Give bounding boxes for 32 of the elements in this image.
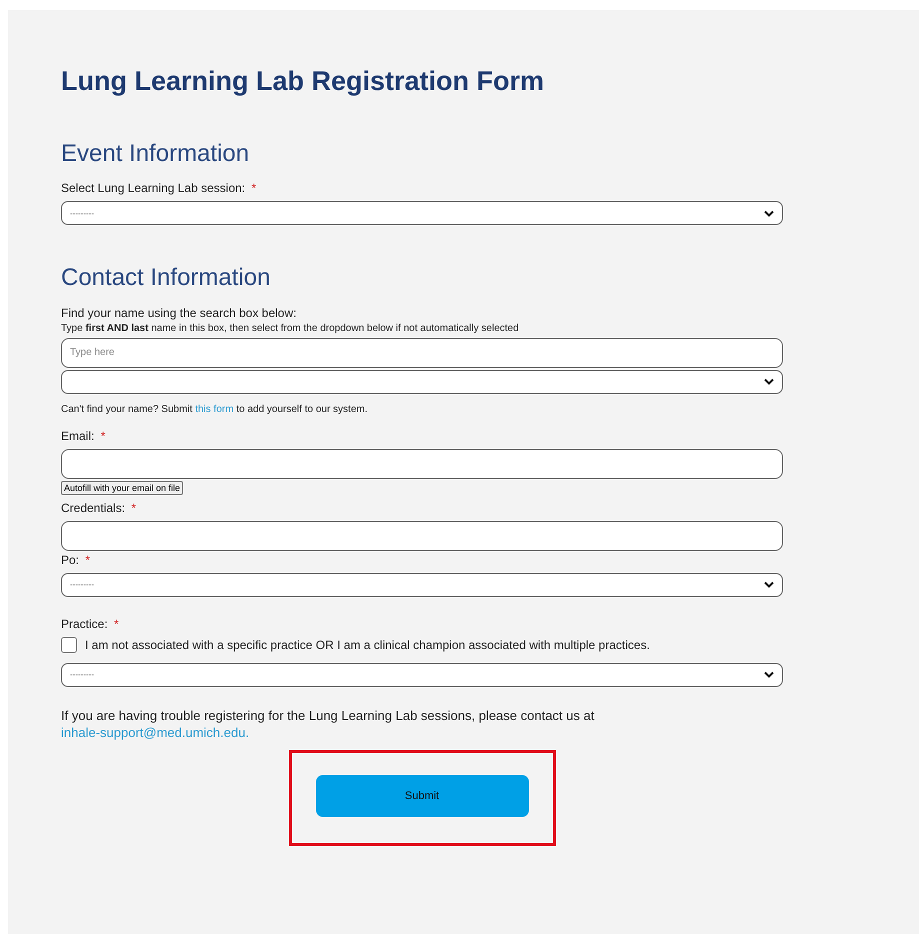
required-mark: * — [114, 616, 119, 631]
field-label: Find your name using the search box below: — [61, 306, 296, 320]
select-field[interactable]: --------- — [61, 201, 783, 226]
chevron-down-icon — [764, 378, 774, 386]
required-mark: * — [85, 552, 90, 567]
form-title: Lung Learning Lab Registration Form — [61, 66, 546, 97]
input-field[interactable]: Type here — [61, 338, 783, 368]
submit-button[interactable]: Submit — [316, 774, 528, 817]
chevron-down-icon — [764, 671, 774, 678]
section-heading: Contact Information — [61, 265, 272, 292]
required-mark: * — [251, 181, 256, 196]
help-text: Can't find your name? Submit this form to add yourself to our system. — [61, 404, 368, 415]
select-field[interactable] — [61, 370, 783, 394]
field-label: Practice: — [61, 616, 108, 631]
contact-text: If you are having trouble registering for the Lung Learning Lab sessions, please contact us at inhale-support@med.umich.edu. — [61, 706, 596, 742]
checkbox[interactable] — [61, 636, 77, 653]
autofill-button[interactable]: Autofill with your email on file — [61, 480, 184, 495]
hint-text: Type first AND last name in this box, then select from the dropdown below if not automatically selected — [61, 322, 520, 334]
input-field[interactable] — [61, 448, 783, 479]
section-heading: Event Information — [61, 141, 250, 168]
field-label: Credentials: — [61, 500, 126, 515]
field-label: Po: — [61, 552, 80, 567]
checkbox-label: I am not associated with a specific practice OR I am a clinical champion associated with multiple practices. — [85, 638, 650, 652]
input-field[interactable] — [61, 520, 783, 551]
chevron-down-icon — [764, 210, 774, 217]
select-field[interactable]: --------- — [61, 572, 783, 597]
required-mark: * — [100, 428, 106, 443]
select-field[interactable]: --------- — [61, 662, 783, 687]
required-mark: * — [131, 500, 136, 515]
chevron-down-icon — [764, 581, 774, 588]
field-label: Email: — [61, 428, 94, 443]
field-label: Select Lung Learning Lab session: — [61, 181, 246, 196]
